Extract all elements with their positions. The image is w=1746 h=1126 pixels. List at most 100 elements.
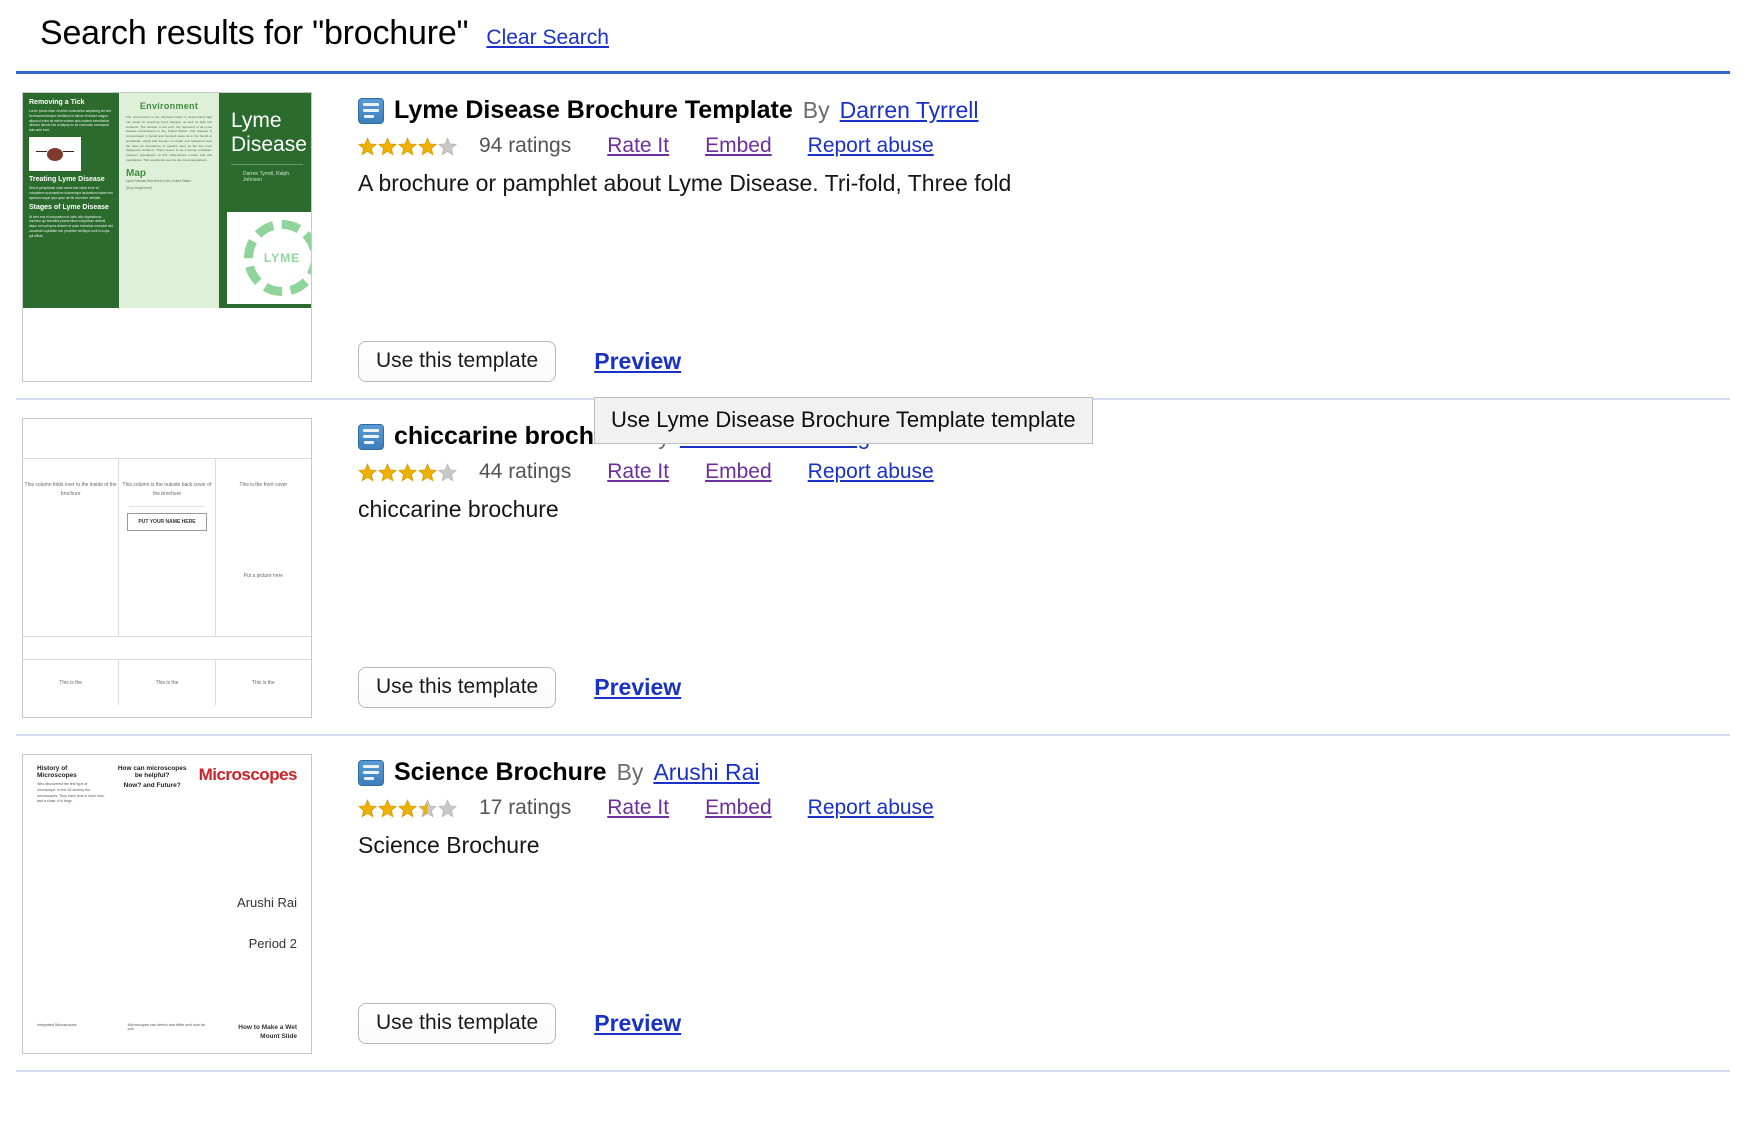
- star-icon[interactable]: [418, 462, 437, 482]
- embed-link[interactable]: Embed: [705, 134, 772, 158]
- star-icon[interactable]: [358, 136, 377, 156]
- thumb-col3-text: This is the front cover: [239, 482, 288, 488]
- star-icon[interactable]: [438, 462, 457, 482]
- result-detail: Science Brochure By Arushi Rai 17 rating…: [312, 754, 1730, 1044]
- thumb-heading-3: Stages of Lyme Disease: [29, 204, 109, 212]
- thumb-cover-period: Period 2: [248, 936, 297, 951]
- thumb-col2-text: This column is the outside back cover of…: [122, 482, 212, 497]
- document-icon: [358, 759, 384, 786]
- thumb-heading: Removing a Tick: [29, 99, 85, 106]
- star-rating[interactable]: [358, 462, 457, 482]
- thumb-seal: LYME: [227, 212, 311, 304]
- template-description: Science Brochure: [358, 832, 540, 858]
- result-title-line: Science Brochure By Arushi Rai: [358, 758, 1730, 787]
- thumb-map-label: Map: [126, 167, 146, 179]
- results-list: Removing a Tick Lorem ipsum dolor sit am…: [0, 74, 1746, 1072]
- document-icon: [358, 97, 384, 124]
- thumb-cover-name: Arushi Rai: [237, 895, 297, 910]
- result-title-line: Lyme Disease Brochure Template By Darren…: [358, 96, 1730, 125]
- template-title[interactable]: Science Brochure: [394, 758, 607, 787]
- thumb-col1-text: This column folds over to the inside of …: [24, 482, 117, 497]
- star-icon[interactable]: [358, 798, 377, 818]
- result-actions: Use this template Preview: [358, 667, 681, 708]
- rate-it-link[interactable]: Rate It: [607, 796, 669, 820]
- star-icon[interactable]: [378, 136, 397, 156]
- embed-link[interactable]: Embed: [705, 460, 772, 484]
- star-icon[interactable]: [398, 136, 417, 156]
- report-abuse-link[interactable]: Report abuse: [808, 796, 934, 820]
- star-icon[interactable]: [358, 462, 377, 482]
- thumb-name-box: PUT YOUR NAME HERE: [127, 513, 207, 531]
- thumb-col3-text-2: Put a picture here: [243, 572, 284, 579]
- template-title[interactable]: Lyme Disease Brochure Template: [394, 96, 793, 125]
- report-abuse-link[interactable]: Report abuse: [808, 134, 934, 158]
- result-detail: Lyme Disease Brochure Template By Darren…: [312, 92, 1730, 382]
- use-template-tooltip: Use Lyme Disease Brochure Template templ…: [594, 397, 1093, 444]
- thumb-cover-title: Lyme Disease: [231, 109, 307, 156]
- template-thumbnail[interactable]: History of Microscopes Who discovered th…: [22, 754, 312, 1054]
- thumb-foot-3: How to Make a Wet Mount Slide: [238, 1023, 298, 1040]
- result-row: Removing a Tick Lorem ipsum dolor sit am…: [16, 74, 1730, 444]
- star-icon[interactable]: [378, 798, 397, 818]
- preview-link[interactable]: Preview: [594, 348, 681, 375]
- thumb-heading-2: Treating Lyme Disease: [29, 176, 105, 184]
- result-row: History of Microscopes Who discovered th…: [16, 736, 1730, 1072]
- template-thumbnail[interactable]: This column folds over to the inside of …: [22, 418, 312, 718]
- thumb-col2-sub: Now? and Future?: [123, 782, 181, 789]
- template-description: chiccarine brochure: [358, 496, 559, 522]
- result-meta-line: 44 ratings Rate It Embed Report abuse: [358, 460, 1730, 484]
- thumb-seal-text: LYME: [244, 220, 311, 296]
- by-label: By: [616, 759, 644, 785]
- star-icon[interactable]: [438, 798, 457, 818]
- preview-link[interactable]: Preview: [594, 674, 681, 701]
- thumb-foot-2: Microscopes can detect and differ and ho…: [127, 1022, 206, 1031]
- use-this-template-button[interactable]: Use this template: [358, 1003, 557, 1044]
- use-this-template-button[interactable]: Use this template: [358, 341, 557, 382]
- template-thumbnail[interactable]: Removing a Tick Lorem ipsum dolor sit am…: [22, 92, 312, 382]
- star-rating[interactable]: [358, 798, 457, 818]
- thumb-map-placeholder: [Drop Image here]: [126, 185, 152, 190]
- thumb-center-heading: Environment: [139, 101, 199, 111]
- star-icon[interactable]: [418, 798, 437, 818]
- star-icon[interactable]: [398, 462, 417, 482]
- thumb-col1-body: Who discovered the first type of microsc…: [37, 782, 105, 804]
- tick-illustration: [29, 137, 81, 172]
- result-actions: Use this template Preview: [358, 1003, 681, 1044]
- thumb-map-sub: Lyme Disease Risk levels in the United S…: [126, 178, 191, 183]
- thumb-col1-head: History of Microscopes: [37, 765, 77, 779]
- thumb-foot-2: This is the: [119, 660, 216, 705]
- rate-it-link[interactable]: Rate It: [607, 134, 669, 158]
- thumb-foot-3: This is the: [251, 679, 275, 686]
- star-rating[interactable]: [358, 136, 457, 156]
- thumb-col2-head: How can microscopes be helpful?: [117, 765, 187, 779]
- preview-link[interactable]: Preview: [594, 1010, 681, 1037]
- result-detail: chiccarine brochure By Katherine Dunning…: [312, 418, 1730, 708]
- thumb-foot-1: Integrated Microscopes: [37, 1022, 77, 1027]
- ratings-count: 17 ratings: [479, 796, 572, 819]
- clear-search-link[interactable]: Clear Search: [486, 26, 609, 50]
- ratings-count: 44 ratings: [479, 460, 572, 483]
- rate-it-link[interactable]: Rate It: [607, 460, 669, 484]
- ratings-count: 94 ratings: [479, 134, 572, 157]
- author-link[interactable]: Arushi Rai: [653, 759, 759, 786]
- document-icon: [358, 423, 384, 450]
- result-row: This column folds over to the inside of …: [16, 400, 1730, 736]
- star-icon[interactable]: [438, 136, 457, 156]
- thumb-cover-sub: Darren Tyrrell, Ralph Johnson: [231, 164, 303, 183]
- search-results-page: Search results for "brochure" Clear Sear…: [0, 0, 1746, 1126]
- author-link[interactable]: Darren Tyrrell: [840, 97, 979, 124]
- page-title: Search results for "brochure": [40, 14, 469, 52]
- thumb-cover-title: Microscopes: [198, 765, 298, 784]
- report-abuse-link[interactable]: Report abuse: [808, 460, 934, 484]
- star-icon[interactable]: [398, 798, 417, 818]
- thumb-foot-1: This is the: [23, 660, 120, 705]
- use-this-template-button[interactable]: Use this template: [358, 667, 557, 708]
- embed-link[interactable]: Embed: [705, 796, 772, 820]
- by-label: By: [802, 97, 830, 123]
- template-description: A brochure or pamphlet about Lyme Diseas…: [358, 170, 1012, 196]
- star-icon[interactable]: [418, 136, 437, 156]
- result-actions: Use this template Preview: [358, 341, 681, 382]
- result-meta-line: 94 ratings Rate It Embed Report abuse: [358, 134, 1730, 158]
- page-header: Search results for "brochure" Clear Sear…: [0, 0, 1746, 53]
- star-icon[interactable]: [378, 462, 397, 482]
